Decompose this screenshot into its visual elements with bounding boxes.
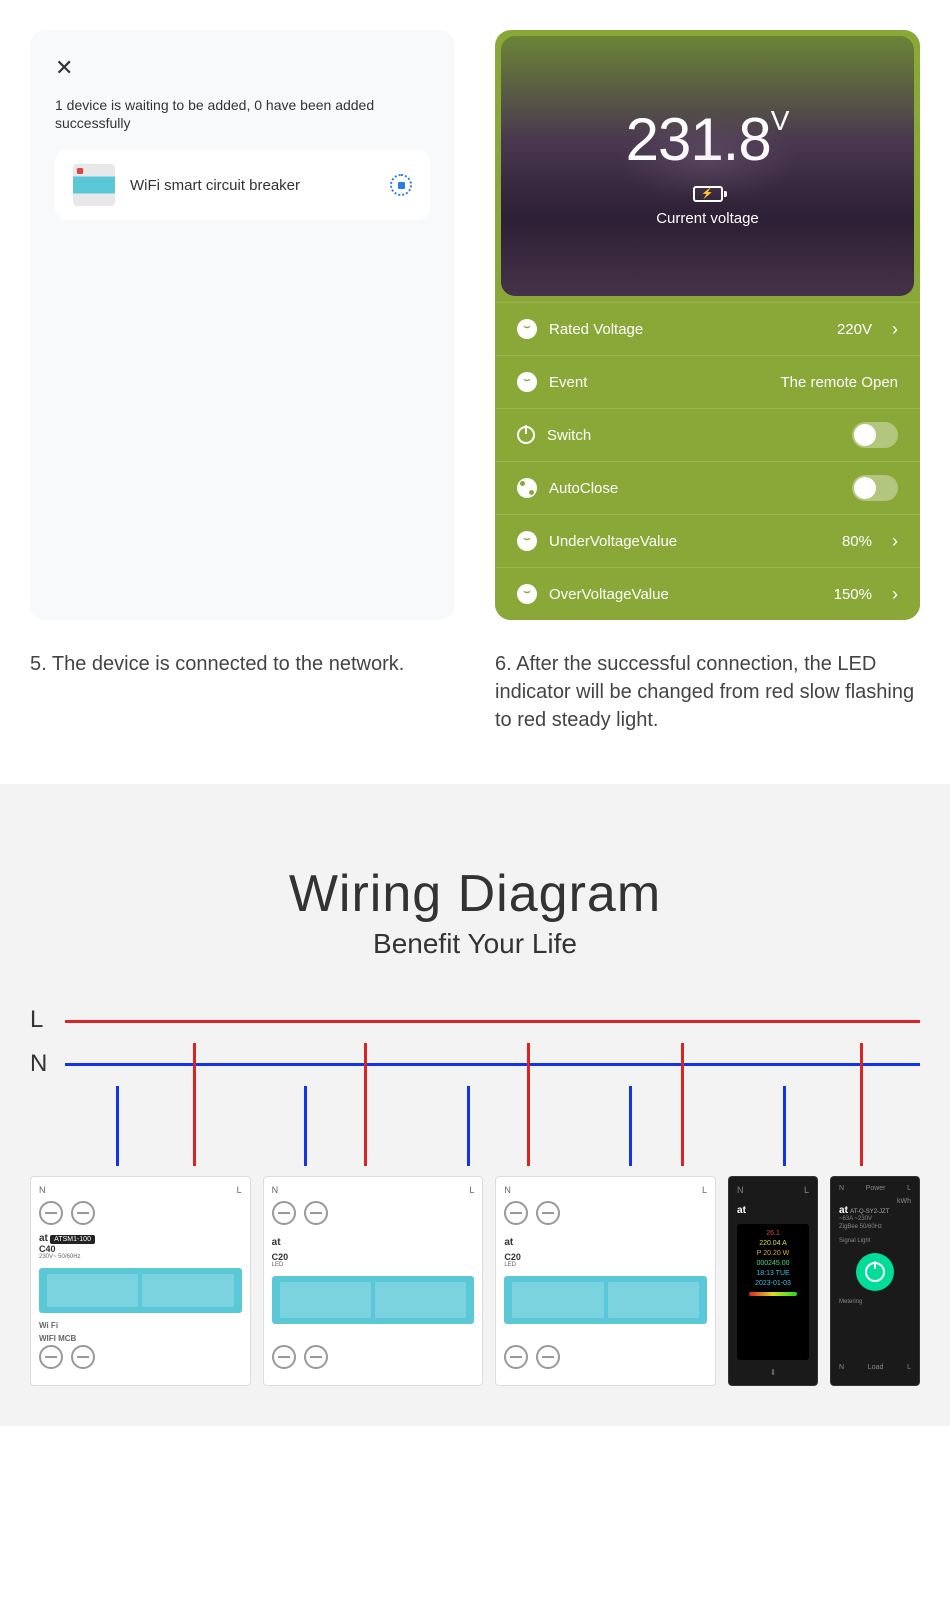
switch-label: Switch <box>547 427 840 444</box>
close-icon[interactable]: ✕ <box>55 55 430 81</box>
device-pending-card[interactable]: WiFi smart circuit breaker <box>55 150 430 220</box>
row-autoclose: AutoClose <box>495 461 920 514</box>
autoclose-label: AutoClose <box>549 480 840 497</box>
breaker-c20-a: NL at C20 LED <box>263 1176 484 1386</box>
app-screen-adding-device: ✕ 1 device is waiting to be added, 0 hav… <box>30 30 455 620</box>
voltage-display: 231.8V ⚡ Current voltage <box>501 36 914 296</box>
device-thumbnail <box>73 164 115 206</box>
power-icon <box>517 426 535 444</box>
row-undervoltage[interactable]: UnderVoltageValue 80% › <box>495 514 920 567</box>
autoclose-icon <box>517 478 537 498</box>
app-screen-voltage-panel: 231.8V ⚡ Current voltage Rated Voltage 2… <box>495 30 920 620</box>
wiring-diagram-section: Wiring Diagram Benefit Your Life L N NL … <box>0 784 950 1426</box>
live-wire <box>65 1020 920 1023</box>
device-name-label: WiFi smart circuit breaker <box>130 177 375 194</box>
face-icon <box>517 372 537 392</box>
step-5-column: ✕ 1 device is waiting to be added, 0 hav… <box>30 30 455 620</box>
chevron-right-icon: › <box>892 584 898 605</box>
voltage-label: Current voltage <box>656 210 759 227</box>
event-label: Event <box>549 374 768 391</box>
power-button-icon <box>856 1253 894 1291</box>
breaker-switch <box>39 1268 242 1313</box>
settings-list: Rated Voltage 220V › Event The remote Op… <box>495 302 920 620</box>
undervoltage-value: 80% <box>842 533 872 550</box>
waiting-status-text: 1 device is waiting to be added, 0 have … <box>55 96 430 132</box>
face-icon <box>517 584 537 604</box>
step-6-column: 231.8V ⚡ Current voltage Rated Voltage 2… <box>495 30 920 620</box>
row-event[interactable]: Event The remote Open <box>495 355 920 408</box>
wiring-title: Wiring Diagram <box>30 864 920 924</box>
battery-icon: ⚡ <box>693 186 723 202</box>
vertical-wires <box>65 1086 920 1166</box>
wire-label-live: L <box>30 1006 43 1034</box>
loading-spinner-icon <box>390 174 412 196</box>
breaker-switch <box>504 1276 707 1324</box>
voltage-value: 231.8V <box>626 105 790 174</box>
face-icon <box>517 531 537 551</box>
chevron-right-icon: › <box>892 531 898 552</box>
caption-step-6: 6. After the successful connection, the … <box>495 650 920 734</box>
face-icon <box>517 319 537 339</box>
breaker-devices-row: NL at ATSM1-100 C40 230V~ 50/60Hz Wi Fi … <box>30 1166 920 1386</box>
breaker-wifi-mcb: NL at ATSM1-100 C40 230V~ 50/60Hz Wi Fi … <box>30 1176 251 1386</box>
event-value: The remote Open <box>780 374 898 391</box>
switch-toggle[interactable] <box>852 422 898 448</box>
wiring-subtitle: Benefit Your Life <box>30 928 920 960</box>
setup-steps-section: ✕ 1 device is waiting to be added, 0 hav… <box>0 0 950 650</box>
rated-voltage-value: 220V <box>837 321 872 338</box>
overvoltage-value: 150% <box>834 586 872 603</box>
row-switch: Switch <box>495 408 920 461</box>
captions-row: 5. The device is connected to the networ… <box>0 650 950 784</box>
autoclose-toggle[interactable] <box>852 475 898 501</box>
breaker-switch <box>272 1276 475 1324</box>
wire-label-neutral: N <box>30 1050 47 1078</box>
breaker-zigbee-meter: NPowerL kWh at AT-Q-SY2-JZT ~63A ~230V Z… <box>830 1176 920 1386</box>
horizontal-wires: L N <box>30 1020 920 1066</box>
row-rated-voltage[interactable]: Rated Voltage 220V › <box>495 302 920 355</box>
meter-screen: 26.1 220.04 A P 20.20 W 000245.00 18:13 … <box>737 1224 809 1360</box>
overvoltage-label: OverVoltageValue <box>549 586 822 603</box>
row-overvoltage[interactable]: OverVoltageValue 150% › <box>495 567 920 620</box>
breaker-c20-b: NL at C20 LED <box>495 1176 716 1386</box>
breaker-display-meter: NL at 26.1 220.04 A P 20.20 W 000245.00 … <box>728 1176 818 1386</box>
undervoltage-label: UnderVoltageValue <box>549 533 830 550</box>
rated-voltage-label: Rated Voltage <box>549 321 825 338</box>
caption-step-5: 5. The device is connected to the networ… <box>30 650 455 734</box>
chevron-right-icon: › <box>892 319 898 340</box>
